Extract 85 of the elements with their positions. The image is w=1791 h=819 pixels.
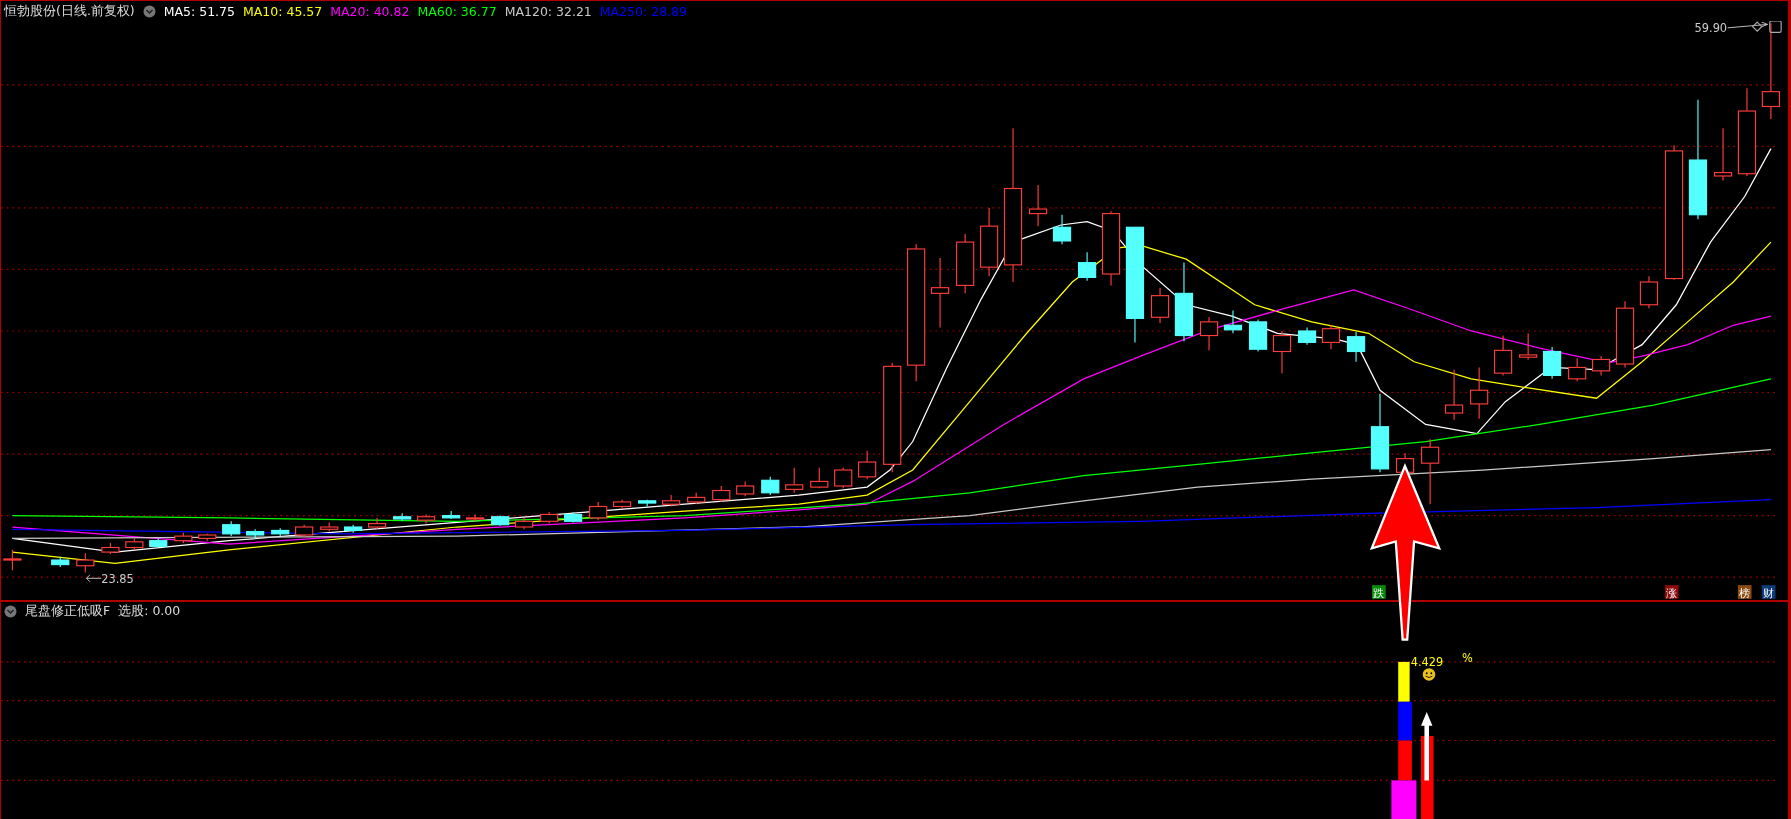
candlestick — [662, 494, 681, 508]
candlestick — [3, 549, 22, 571]
candlestick — [712, 485, 731, 503]
candlestick — [198, 533, 217, 542]
candlestick — [1272, 330, 1292, 374]
candlestick — [834, 467, 853, 489]
candlestick — [540, 511, 559, 525]
candlestick — [589, 501, 608, 521]
up-arrow-icon — [1421, 711, 1433, 781]
candlestick — [736, 480, 755, 497]
moving-average-label: MA250: 28.89 — [599, 3, 687, 19]
candlestick — [1199, 316, 1219, 351]
candlestick — [687, 492, 706, 505]
candlestick — [101, 542, 120, 555]
candlestick — [1223, 309, 1243, 334]
candlestick — [1321, 324, 1341, 350]
candlestick — [51, 556, 70, 568]
candlestick — [76, 552, 95, 574]
candlestick — [858, 450, 877, 480]
candlestick — [1248, 319, 1268, 353]
candlestick — [785, 467, 804, 494]
low-price-label: 23.85 — [86, 571, 134, 586]
candlestick — [1542, 346, 1562, 380]
candlestick — [442, 510, 461, 520]
candlestick — [125, 537, 144, 551]
candlestick — [1568, 357, 1587, 382]
candlestick — [367, 517, 387, 530]
signal-tag: 财 — [1761, 585, 1776, 600]
high-price-label: 59.90 — [1694, 21, 1768, 36]
candlestick — [638, 499, 657, 508]
candlestick — [1297, 327, 1317, 346]
moving-average-label: MA5: 51.75 — [163, 3, 235, 19]
candlestick — [1493, 334, 1513, 376]
moving-average-label: MA20: 40.82 — [330, 3, 410, 19]
dropdown-icon[interactable] — [142, 4, 156, 18]
signal-tag: 涨 — [1664, 585, 1679, 600]
candlestick — [1444, 369, 1464, 421]
candlestick — [564, 511, 583, 523]
candlestick — [930, 257, 950, 329]
indicator-name: 尾盘修正低吸F — [25, 603, 111, 621]
candlestick — [1421, 438, 1440, 505]
moving-average-label: MA120: 32.21 — [504, 3, 592, 19]
candlestick — [1615, 300, 1635, 368]
smiley-icon — [1422, 668, 1436, 681]
candlestick — [393, 512, 412, 522]
candlestick — [613, 499, 632, 510]
candlestick — [1639, 275, 1659, 309]
moving-average-label: MA10: 45.57 — [243, 3, 323, 19]
candlestick — [1029, 184, 1048, 227]
candlestick — [1078, 251, 1097, 282]
candlestick — [491, 515, 510, 527]
indicator-bar — [1398, 701, 1412, 741]
diamond-icon[interactable] — [1751, 21, 1763, 33]
candlestick — [344, 524, 363, 534]
candlestick — [1470, 366, 1489, 420]
signal-tag: 跌 — [1372, 585, 1386, 600]
candlestick — [761, 476, 780, 496]
indicator-value: 选股: 0.00 — [118, 603, 181, 621]
candlestick — [1052, 214, 1072, 245]
panel-toggle-icon[interactable] — [1769, 21, 1782, 33]
candlestick — [1592, 355, 1611, 376]
signal-tag: 榜 — [1737, 585, 1752, 600]
dropdown-icon[interactable] — [4, 605, 17, 619]
candlestick — [466, 513, 485, 522]
candlestick — [979, 207, 999, 277]
candlestick — [149, 537, 168, 549]
candlestick — [222, 520, 241, 537]
candlestick — [271, 527, 290, 537]
percent-label: % — [1462, 650, 1473, 665]
candlestick — [295, 524, 314, 538]
candlestick — [246, 528, 265, 539]
candlestick — [320, 521, 339, 533]
candlestick — [956, 233, 975, 294]
candlestick — [515, 517, 534, 530]
indicator-bar — [1398, 661, 1410, 702]
candlestick — [1346, 331, 1366, 363]
indicator-reading: 4.429 — [1410, 655, 1444, 670]
candlestick — [1713, 127, 1733, 182]
candlestick — [1150, 287, 1170, 324]
moving-average-label: MA60: 36.77 — [417, 3, 497, 19]
candlestick — [810, 467, 829, 489]
candlestick — [174, 532, 193, 544]
candlestick — [1519, 332, 1538, 361]
candlestick — [417, 513, 436, 525]
stock-title: 恒勃股份(日线.前复权) — [4, 2, 135, 20]
